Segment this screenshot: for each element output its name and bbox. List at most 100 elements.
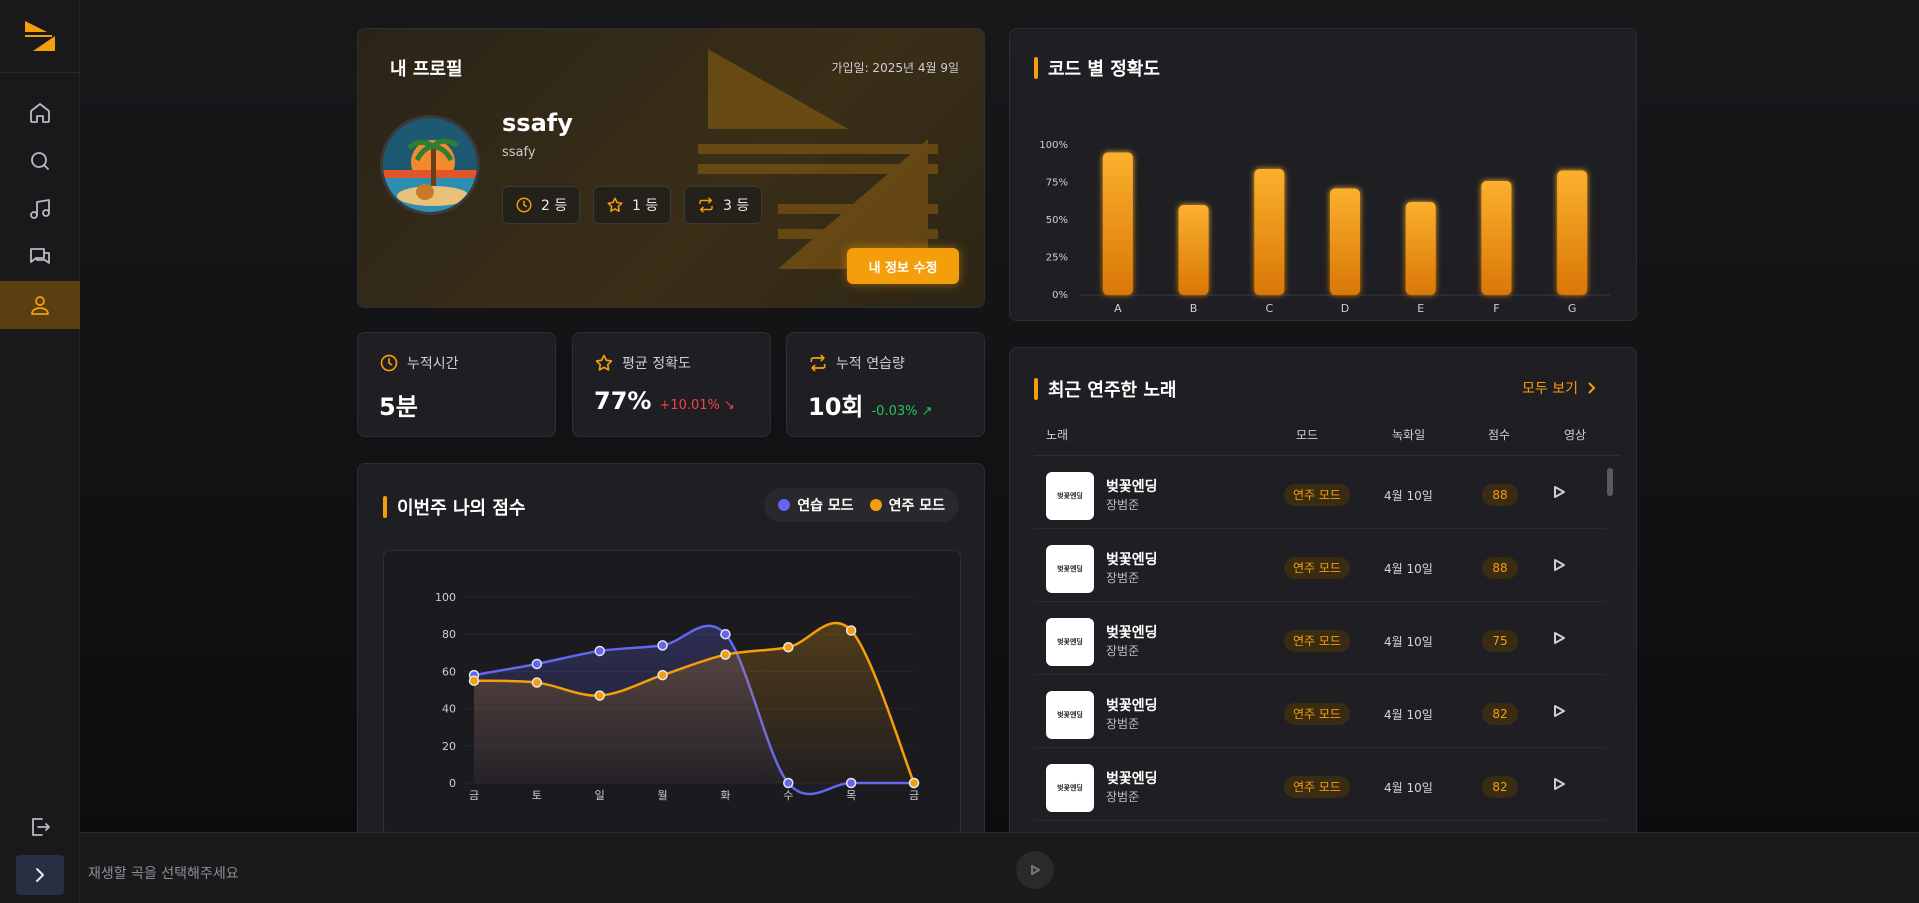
data-point[interactable] bbox=[908, 777, 920, 789]
table-row[interactable]: 벚꽃엔딩 벚꽃엔딩 장범준 연주 모드 4월 10일 82 bbox=[1034, 675, 1606, 748]
x-tick-label: 금 bbox=[469, 789, 479, 802]
data-point[interactable] bbox=[657, 669, 668, 681]
nav-home[interactable] bbox=[0, 89, 80, 137]
col-mode: 모드 bbox=[1296, 428, 1319, 442]
nav-chat[interactable] bbox=[0, 233, 80, 281]
y-tick-label: 0 bbox=[449, 777, 456, 790]
rank-badge-accuracy: 1 등 bbox=[593, 186, 672, 224]
play-video-button[interactable] bbox=[1552, 484, 1574, 506]
x-tick-label: 토 bbox=[532, 789, 542, 802]
sidebar bbox=[0, 0, 80, 903]
data-point[interactable] bbox=[594, 690, 605, 701]
repeat-icon bbox=[810, 354, 826, 372]
x-tick-label: G bbox=[1568, 302, 1577, 315]
weekly-score-heading: 이번주 나의 점수 bbox=[383, 494, 525, 520]
chart-legend: 연습 모드 연주 모드 bbox=[764, 488, 959, 522]
metric-practice-change: -0.03% ↗ bbox=[871, 404, 933, 419]
logout-icon bbox=[32, 818, 50, 836]
score-badge: 82 bbox=[1482, 703, 1518, 725]
clock-icon bbox=[380, 354, 398, 372]
data-point[interactable] bbox=[845, 625, 857, 636]
legend-perform[interactable]: 연주 모드 bbox=[869, 495, 945, 515]
nav-search[interactable] bbox=[0, 137, 80, 185]
legend-practice[interactable]: 연습 모드 bbox=[778, 495, 854, 515]
x-tick-label: A bbox=[1114, 302, 1122, 315]
y-tick-label: 50% bbox=[1046, 215, 1068, 226]
col-video: 영상 bbox=[1564, 428, 1587, 442]
edit-profile-button[interactable]: 내 정보 수정 bbox=[847, 248, 959, 284]
repeat-icon bbox=[699, 197, 713, 213]
play-video-button[interactable] bbox=[1552, 557, 1574, 579]
table-header: 노래 모드 녹화일 점수 영상 bbox=[1034, 426, 1620, 456]
play-video-button[interactable] bbox=[1552, 703, 1574, 725]
song-artist: 장범준 bbox=[1106, 790, 1140, 804]
metric-time-label: 누적시간 bbox=[407, 356, 459, 372]
expand-sidebar-button[interactable] bbox=[16, 855, 64, 895]
record-date: 4월 10일 bbox=[1384, 489, 1433, 503]
mode-badge: 연주 모드 bbox=[1284, 630, 1350, 652]
table-row[interactable]: 벚꽃엔딩 벚꽃엔딩 장범준 연주 모드 4월 10일 82 bbox=[1034, 748, 1606, 821]
data-point[interactable] bbox=[594, 645, 605, 657]
music-player-bar: 재생할 곡을 선택해주세요 bbox=[80, 832, 1919, 903]
profile-heading: 내 프로필 bbox=[390, 59, 463, 80]
data-point[interactable] bbox=[657, 640, 668, 651]
line-chart-panel: 0 20 40 60 80 100 금 토 일 월 화 수 목 금 bbox=[383, 550, 961, 835]
avatar bbox=[380, 115, 480, 215]
bar-C bbox=[1254, 169, 1285, 295]
data-point[interactable] bbox=[720, 628, 731, 640]
logout-button[interactable] bbox=[0, 803, 80, 851]
chord-accuracy-bar-chart: 0% 25% 50% 75% 100% A B C D E F G bbox=[1039, 140, 1610, 315]
x-tick-label: 수 bbox=[783, 789, 793, 802]
play-video-button[interactable] bbox=[1552, 776, 1574, 798]
record-date: 4월 10일 bbox=[1384, 781, 1433, 795]
x-tick-label: D bbox=[1341, 302, 1349, 315]
album-thumbnail: 벚꽃엔딩 bbox=[1046, 545, 1094, 593]
clock-icon bbox=[516, 197, 532, 213]
play-video-button[interactable] bbox=[1552, 630, 1574, 652]
col-score: 점수 bbox=[1488, 428, 1511, 442]
album-thumbnail: 벚꽃엔딩 bbox=[1046, 691, 1094, 739]
table-row[interactable]: 벚꽃엔딩 벚꽃엔딩 장범준 연주 모드 4월 10일 75 bbox=[1034, 602, 1606, 675]
legend-perform-label: 연주 모드 bbox=[888, 498, 945, 514]
metric-accuracy-value: 77% bbox=[594, 387, 652, 415]
rank-practice-label: 3 등 bbox=[723, 198, 750, 214]
song-title: 벚꽃엔딩 bbox=[1106, 552, 1158, 568]
metric-time-value: 5분 bbox=[379, 393, 418, 421]
score-badge: 82 bbox=[1482, 776, 1518, 798]
rank-time-label: 2 등 bbox=[541, 198, 568, 214]
data-point[interactable] bbox=[845, 777, 857, 789]
y-tick-label: 25% bbox=[1046, 253, 1068, 264]
y-tick-label: 40 bbox=[442, 703, 456, 716]
y-tick-label: 60 bbox=[442, 665, 456, 678]
table-scrollbar[interactable] bbox=[1607, 468, 1613, 496]
x-tick-label: B bbox=[1190, 302, 1198, 315]
bar-G bbox=[1557, 170, 1588, 295]
table-row[interactable]: 벚꽃엔딩 벚꽃엔딩 장범준 연주 모드 4월 10일 88 bbox=[1034, 456, 1606, 529]
data-point[interactable] bbox=[531, 658, 543, 670]
nav-profile[interactable] bbox=[0, 281, 80, 329]
metric-accuracy-label: 평균 정확도 bbox=[622, 356, 691, 372]
data-point[interactable] bbox=[783, 777, 794, 789]
nav-music[interactable] bbox=[0, 185, 80, 233]
player-play-button[interactable] bbox=[1016, 851, 1054, 889]
chord-accuracy-heading: 코드 별 정확도 bbox=[1034, 55, 1160, 81]
app-logo[interactable] bbox=[22, 18, 58, 54]
chord-accuracy-title: 코드 별 정확도 bbox=[1048, 59, 1160, 80]
data-point[interactable] bbox=[531, 677, 543, 688]
song-title: 벚꽃엔딩 bbox=[1106, 479, 1158, 495]
chord-accuracy-card: 코드 별 정확도 0% 25% 50% 75% 100% A B C D E F G bbox=[1009, 28, 1637, 321]
see-all-label: 모두 보기 bbox=[1522, 381, 1578, 397]
recent-songs-title: 최근 연주한 노래 bbox=[1048, 380, 1177, 401]
table-row[interactable]: 벚꽃엔딩 벚꽃엔딩 장범준 연주 모드 4월 10일 88 bbox=[1034, 529, 1606, 602]
star-icon bbox=[607, 197, 623, 212]
score-badge: 88 bbox=[1482, 484, 1518, 506]
see-all-link[interactable]: 모두 보기 bbox=[1522, 378, 1598, 398]
sidebar-divider bbox=[0, 72, 80, 73]
data-point[interactable] bbox=[783, 641, 794, 653]
data-point[interactable] bbox=[468, 675, 480, 686]
metric-practice-value: 10회 bbox=[808, 393, 864, 421]
legend-practice-label: 연습 모드 bbox=[797, 498, 854, 514]
x-tick-label: 일 bbox=[595, 788, 605, 802]
data-point[interactable] bbox=[720, 649, 731, 660]
joined-date: 가입일: 2025년 4월 9일 bbox=[831, 61, 959, 75]
